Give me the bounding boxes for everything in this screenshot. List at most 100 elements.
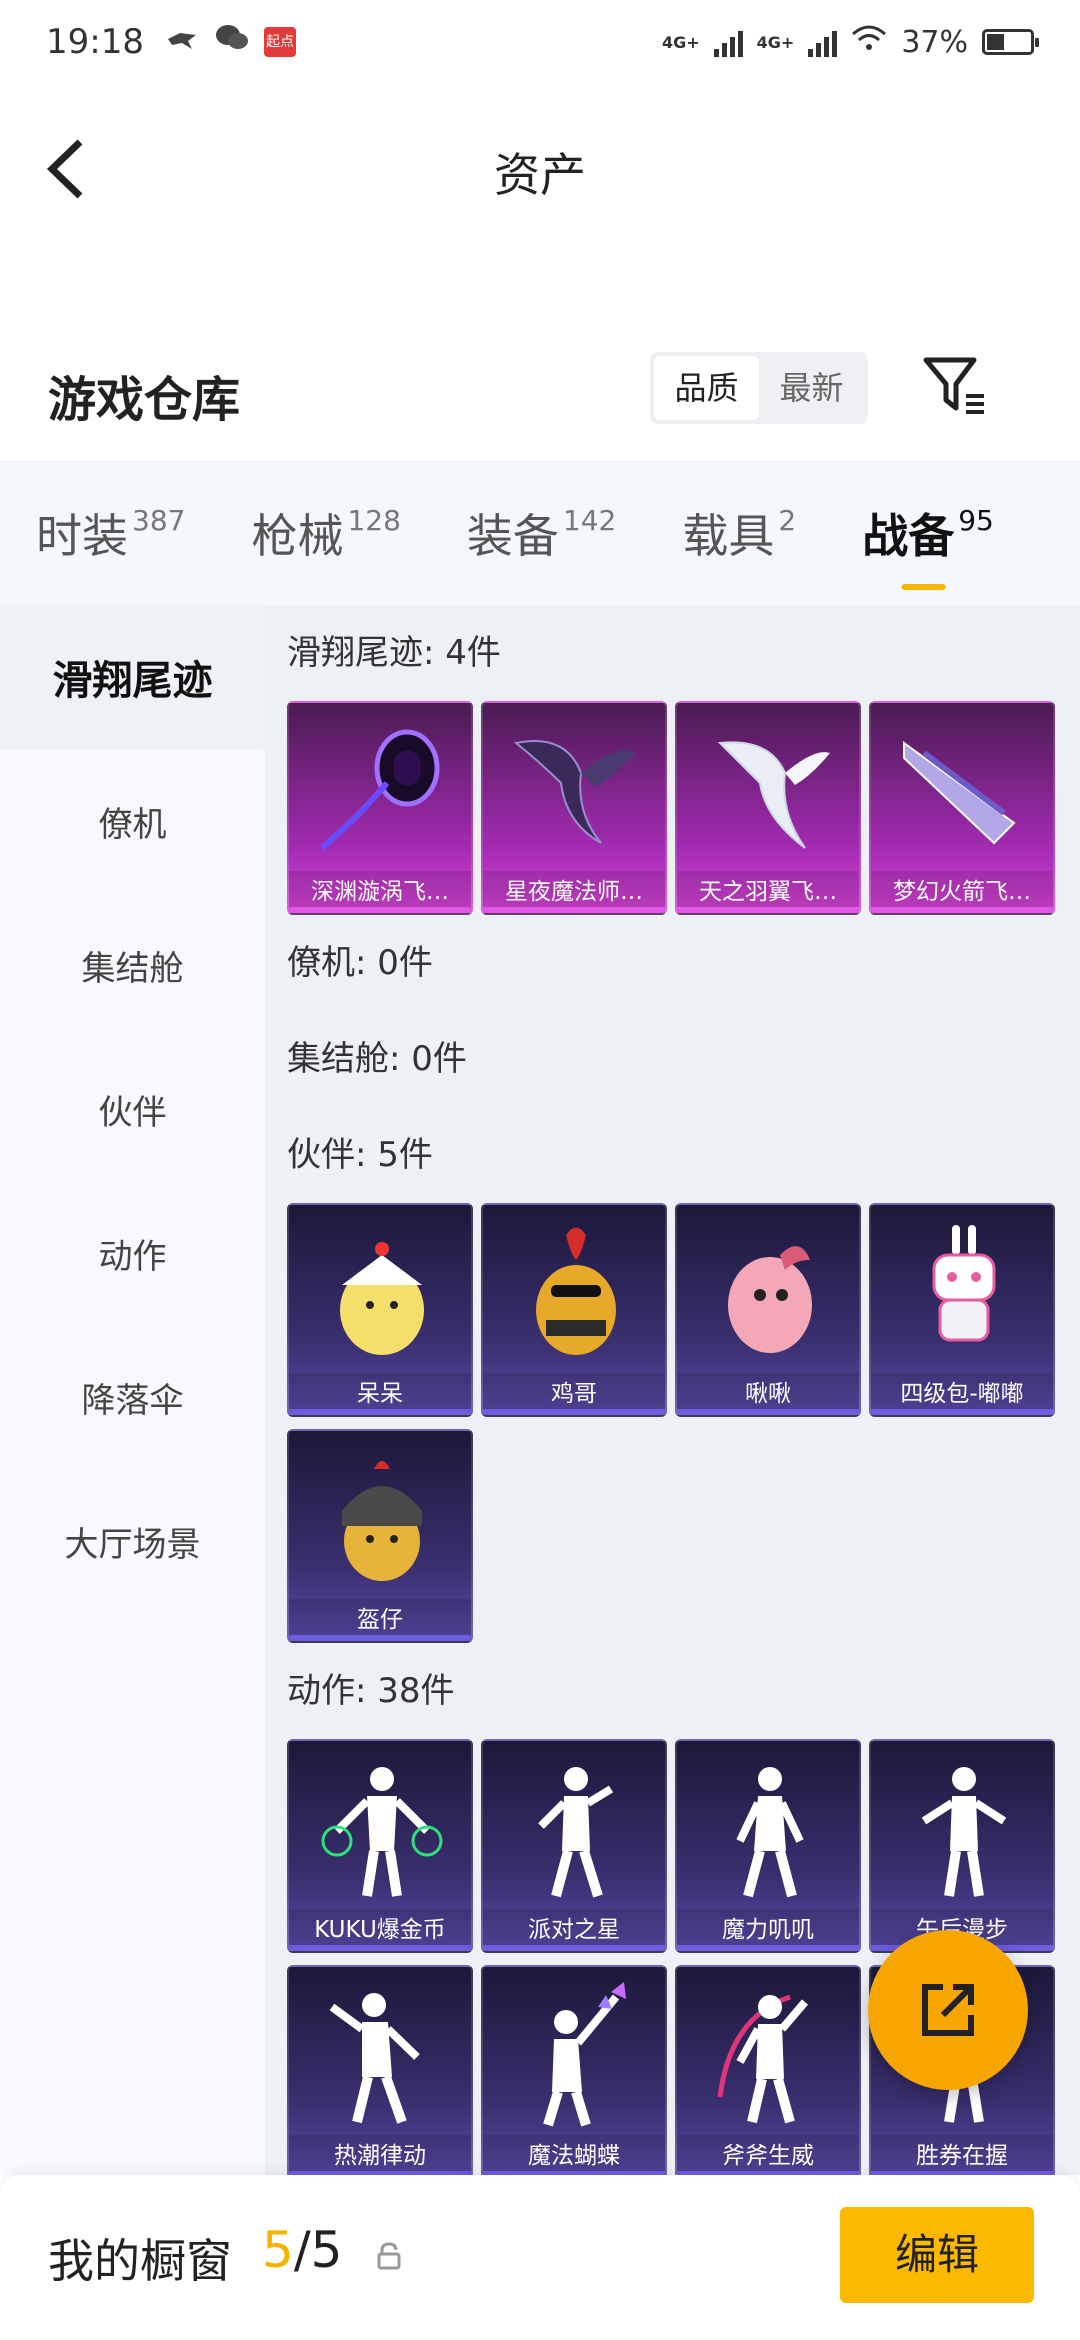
card-rarity-bar [289,1945,471,1951]
item-card[interactable]: 魔力叽叽 [675,1739,861,1953]
status-bar: 19:18 起点 4G+ 4G+ 37% [0,0,1080,84]
card-rarity-bar [677,1409,859,1415]
filter-icon[interactable] [922,354,986,418]
item-card[interactable]: 斧斧生威 [675,1965,861,2175]
tab-label: 时装 [36,508,128,563]
tab-label: 载具 [682,508,775,563]
card-rarity-bar [483,1945,665,1951]
tab-guns[interactable]: 枪械 128 [251,500,400,566]
battery-percent: 37% [901,24,968,60]
sidebar-item-rally-pod[interactable]: 集结舱 [0,893,265,1037]
sidebar-item-parachute[interactable]: 降落伞 [0,1325,265,1469]
warehouse-title: 游戏仓库 [48,372,241,428]
tab-count: 387 [132,503,186,537]
dark-wing-icon [513,740,636,844]
item-label: 魔法蝴蝶 [483,2135,665,2175]
signal-icon-2 [808,27,838,57]
vortex-trail-icon [320,729,440,851]
tab-battle-gear[interactable]: 战备 95 [862,500,994,590]
lock-icon [374,2241,404,2271]
status-time: 19:18 [46,22,144,62]
tab-count: 128 [347,503,401,537]
share-fab[interactable] [868,1930,1028,2090]
item-card[interactable]: 天之羽翼飞… [675,701,861,915]
dancer-magic-icon [736,1767,804,1898]
item-label: 斧斧生威 [677,2135,859,2175]
card-rarity-bar [289,907,471,913]
dancer-money-icon [321,1767,443,1897]
section-title-glide: 滑翔尾迹: 4件 [287,633,501,673]
pink-bird-icon [728,1246,812,1353]
item-card[interactable]: 深渊漩涡飞… [287,701,473,915]
app-badge-icon: 起点 [263,27,296,57]
item-card[interactable]: 呆呆 [287,1203,473,1417]
section-title-partner: 伙伴: 5件 [287,1135,433,1175]
showcase-total: /5 [293,2221,343,2279]
item-card[interactable]: 派对之星 [481,1739,667,1953]
helmet-chick-icon [342,1461,422,1581]
card-rarity-bar [483,1409,665,1415]
sidebar: 滑翔尾迹 僚机 集结舱 伙伴 动作 降落伞 大厅场景 [0,605,265,2175]
card-rarity-bar [677,1945,859,1951]
card-rarity-bar [871,907,1053,913]
dancer-groove-icon [329,1993,420,2124]
warehouse-row: 游戏仓库 品质 最新 [0,340,1080,460]
dancer-stroll-icon [921,1767,1007,1897]
glide-grid: 深渊漩涡飞… 星夜魔法师… 天之羽翼飞… 梦幻火箭飞… [287,701,1080,915]
item-card[interactable]: KUKU爆金币 [287,1739,473,1953]
item-card[interactable]: 盔仔 [287,1429,473,1643]
network-label-1: 4G+ [661,32,700,52]
bird-icon [166,22,200,62]
item-card[interactable]: 梦幻火箭飞… [869,701,1055,915]
item-card[interactable]: 热潮律动 [287,1965,473,2175]
sort-toggle[interactable]: 品质 最新 [650,352,868,424]
network-label-2: 4G+ [756,32,795,52]
item-label: 胜券在握 [871,2135,1053,2175]
dancer-axe-icon [717,1994,809,2124]
tab-label: 战备 [862,508,955,563]
sidebar-item-wingman[interactable]: 僚机 [0,749,265,893]
sidebar-item-action[interactable]: 动作 [0,1181,265,1325]
dancer-butterfly-icon [543,1982,626,2127]
item-card[interactable]: 四级包-嘟嘟 [869,1203,1055,1417]
sidebar-item-glide-trail[interactable]: 滑翔尾迹 [0,605,265,749]
tab-fashion[interactable]: 时装 387 [36,500,185,566]
card-rarity-bar [289,1635,471,1641]
rocket-glider-icon [903,741,1016,845]
card-rarity-bar [871,1409,1053,1415]
sidebar-item-lobby-scene[interactable]: 大厅场景 [0,1469,265,1613]
cool-chick-icon [536,1227,616,1355]
white-wing-icon [717,741,830,849]
card-rarity-bar [677,907,859,913]
sidebar-item-partner[interactable]: 伙伴 [0,1037,265,1181]
tab-vehicles[interactable]: 载具 2 [682,500,796,566]
page-title: 资产 [494,148,586,202]
robot-bunny-icon [932,1225,996,1342]
showcase-title: 我的橱窗 [48,2234,232,2288]
item-card[interactable]: 魔法蝴蝶 [481,1965,667,2175]
chick-icon [340,1242,424,1355]
header: 资产 [0,84,1080,254]
category-tabs: 时装 387 枪械 128 装备 142 载具 2 战备 95 [0,460,1080,605]
tab-equipment[interactable]: 装备 142 [467,500,616,566]
share-icon [922,1984,974,2036]
tab-label: 装备 [466,508,559,563]
showcase-current: 5 [262,2221,294,2279]
card-rarity-bar [289,1409,471,1415]
item-card[interactable]: 星夜魔法师… [481,701,667,915]
dancer-party-icon [538,1767,614,1898]
battery-fill [987,34,1005,50]
signal-icon [713,27,743,57]
tab-label: 枪械 [251,508,344,563]
card-rarity-bar [483,907,665,913]
edit-button[interactable]: 编辑 [840,2207,1034,2303]
item-card[interactable]: 啾啾 [675,1203,861,1417]
item-label: 热潮律动 [289,2135,471,2175]
showcase-bar: 我的橱窗 5/5 编辑 [0,2175,1080,2340]
item-card[interactable]: 午后漫步 [869,1739,1055,1953]
showcase-count: 5/5 [262,2221,342,2279]
item-card[interactable]: 鸡哥 [481,1203,667,1417]
sort-newest[interactable]: 最新 [759,356,864,420]
battery-icon [982,29,1039,55]
sort-quality[interactable]: 品质 [654,356,759,420]
